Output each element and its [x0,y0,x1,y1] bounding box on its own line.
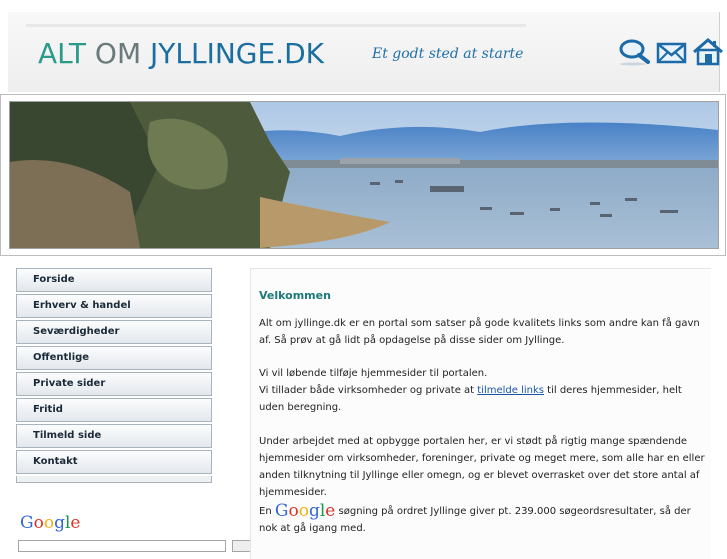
google-inline-logo: Google [274,501,336,521]
nav-item-erhverv-handel[interactable]: Erhverv & handel [16,294,212,318]
nav-item-private-sider[interactable]: Private sider [16,372,212,396]
info-paragraph: Vi vil løbende tilføje hjemmesider til p… [259,365,707,416]
banner-frame [0,94,726,256]
nav-item-forside[interactable]: Forside [16,268,212,292]
mail-icon[interactable] [656,38,688,66]
google-search-input[interactable] [18,540,226,552]
google-paragraph: En Google søgning på ordret Jyllinge giv… [259,503,707,537]
sidebar-nav: Forside Erhverv & handel Seværdigheder O… [16,268,212,483]
logo-part-alt: ALT [38,37,87,70]
header-divider [26,24,526,27]
main-content: Velkommen Alt om jyllinge.dk er en porta… [250,268,711,559]
home-icon[interactable] [692,38,724,66]
nav-item-tilmeld-side[interactable]: Tilmeld side [16,424,212,448]
nav-footer [16,476,212,483]
page-title: Velkommen [259,289,331,302]
work-paragraph: Under arbejdet med at opbygge portalen h… [259,436,705,498]
info-line-1: Vi vil løbende tilføje hjemmesider til p… [259,368,488,379]
site-header: ALT OM JYLLINGE.DK Et godt sted at start… [8,12,723,92]
google-paragraph-prefix: En [259,506,272,517]
site-tagline: Et godt sted at starte [372,46,524,62]
nav-item-kontakt[interactable]: Kontakt [16,450,212,474]
nav-item-offentlige[interactable]: Offentlige [16,346,212,370]
search-icon[interactable] [618,38,650,66]
harbor-banner-image [9,101,719,249]
intro-paragraph: Alt om jyllinge.dk er en portal som sats… [259,318,700,346]
nav-item-sevaerdigheder[interactable]: Seværdigheder [16,320,212,344]
site-logo[interactable]: ALT OM JYLLINGE.DK [38,37,324,70]
nav-item-fritid[interactable]: Fritid [16,398,212,422]
info-line-2-start: Vi tillader både virksomheder og private… [259,385,478,396]
tilmelde-links-link[interactable]: tilmelde links [477,385,544,396]
logo-part-om: OM [94,37,142,70]
google-logo: Google [20,513,81,533]
logo-part-jyllinge: JYLLINGE.DK [150,37,325,70]
